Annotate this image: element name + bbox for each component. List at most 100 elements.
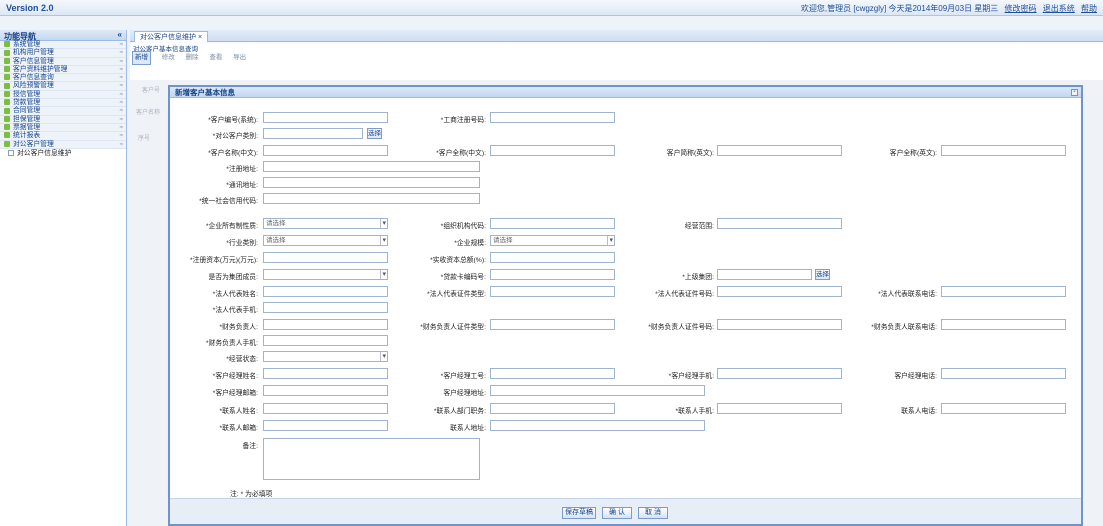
contact-dept-field[interactable] xyxy=(490,403,615,414)
top-bar: Version 2.0 欢迎您,管理员 [cwgzgly] 今天是2014年09… xyxy=(0,0,1103,16)
chevron-icon: ≈ xyxy=(119,42,123,48)
label-fullname-en: 客户全称(英文): xyxy=(889,150,937,157)
business-scope-field[interactable] xyxy=(717,218,842,229)
sidebar-item-customer-info[interactable]: 客户信息管理 ≈ xyxy=(0,57,126,66)
business-reg-field[interactable] xyxy=(490,112,615,123)
mail-address-field[interactable] xyxy=(263,177,480,188)
label-reg-address: *注册地址: xyxy=(226,166,258,173)
label-manager-no: *客户经理工号: xyxy=(440,373,486,380)
dialog-footer: 保存草稿 确 认 取 消 xyxy=(170,498,1081,524)
manager-phone-field[interactable] xyxy=(941,368,1066,379)
contact-mobile-field[interactable] xyxy=(717,403,842,414)
help-link[interactable]: 帮助 xyxy=(1081,4,1097,13)
welcome-text: 欢迎您,管理员 [cwgzgly] 今天是2014年09月03日 星期三 xyxy=(800,4,999,13)
scale-select[interactable]: 请选择 xyxy=(490,235,615,246)
double-chevron-left-icon[interactable]: « xyxy=(118,30,122,39)
legal-id-type-field[interactable] xyxy=(490,286,615,297)
label-mail-address: *通讯地址: xyxy=(226,182,258,189)
loan-card-field[interactable] xyxy=(490,269,615,280)
finance-id-type-field[interactable] xyxy=(490,319,615,330)
chevron-icon: ≈ xyxy=(119,100,123,107)
view-button[interactable]: 查看 xyxy=(209,52,222,64)
contact-address-field[interactable] xyxy=(490,420,705,431)
contact-phone-field[interactable] xyxy=(941,403,1066,414)
credit-code-field[interactable] xyxy=(263,193,480,204)
sidebar-item-contract[interactable]: 合同管理 ≈ xyxy=(0,107,126,116)
customer-category-field[interactable] xyxy=(263,128,363,139)
manager-mobile-field[interactable] xyxy=(717,368,842,379)
label-finance-id-type: *财务负责人证件类型: xyxy=(420,324,486,331)
folder-icon xyxy=(4,66,10,73)
panel-title: 对公客户基本信息查询 xyxy=(133,46,198,53)
sidebar-item-guarantee[interactable]: 担保管理 ≈ xyxy=(0,115,126,124)
cancel-button[interactable]: 取 消 xyxy=(638,507,668,519)
fullname-cn-field[interactable] xyxy=(490,145,615,156)
ownership-select[interactable]: 请选择 xyxy=(263,218,388,229)
org-code-field[interactable] xyxy=(490,218,615,229)
shortname-en-field[interactable] xyxy=(717,145,842,156)
paid-capital-field[interactable] xyxy=(490,252,615,263)
sidebar-item-corporate[interactable]: 对公客户管理 ≈ xyxy=(0,140,126,149)
delete-button[interactable]: 删除 xyxy=(186,52,199,64)
parent-group-field[interactable] xyxy=(717,269,812,280)
folder-icon xyxy=(4,49,10,56)
sidebar-item-report[interactable]: 统计报表 ≈ xyxy=(0,132,126,141)
change-password-link[interactable]: 修改密码 xyxy=(1005,4,1037,13)
folder-icon xyxy=(4,82,10,89)
legal-name-field[interactable] xyxy=(263,286,388,297)
manager-email-field[interactable] xyxy=(263,385,388,396)
finance-id-no-field[interactable] xyxy=(717,319,842,330)
label-contact-address: 联系人地址: xyxy=(450,425,486,432)
label-manager-phone: 客户经理电话: xyxy=(894,373,937,380)
label-contact-email: *联系人邮箱: xyxy=(219,425,258,432)
label-business-reg: *工商注册号码: xyxy=(440,117,486,124)
add-button[interactable]: 新增 xyxy=(132,51,151,65)
sidebar-subitem-corporate-maint[interactable]: 对公客户信息维护 xyxy=(0,149,126,158)
manager-address-field[interactable] xyxy=(490,385,705,396)
tab-corporate-maint[interactable]: 对公客户信息维护 × xyxy=(134,31,209,42)
finance-phone-field[interactable] xyxy=(941,319,1066,330)
remark-textarea[interactable] xyxy=(263,438,480,480)
manager-no-field[interactable] xyxy=(490,368,615,379)
finance-name-field[interactable] xyxy=(263,319,388,330)
label-legal-mobile: *法人代表手机: xyxy=(212,307,258,314)
export-button[interactable]: 导出 xyxy=(233,52,246,64)
edit-button[interactable]: 修改 xyxy=(162,52,175,64)
legal-id-no-field[interactable] xyxy=(717,286,842,297)
folder-icon xyxy=(4,124,10,131)
reg-capital-field[interactable] xyxy=(263,252,388,263)
legal-mobile-field[interactable] xyxy=(263,302,388,313)
sidebar-item-risk[interactable]: 风险预警管理 ≈ xyxy=(0,82,126,91)
status-select[interactable] xyxy=(263,351,388,362)
confirm-button[interactable]: 确 认 xyxy=(602,507,632,519)
group-member-select[interactable] xyxy=(263,269,388,280)
manager-name-field[interactable] xyxy=(263,368,388,379)
save-draft-button[interactable]: 保存草稿 xyxy=(562,507,596,519)
chevron-icon: ≈ xyxy=(119,124,123,131)
contact-email-field[interactable] xyxy=(263,420,388,431)
dialog-form: *客户编号(系统): *工商注册号码: *对公客户类别: 选择 *客户名称(中文… xyxy=(170,98,1081,498)
chevron-icon: ≈ xyxy=(119,50,123,57)
label-manager-name: *客户经理姓名: xyxy=(212,373,258,380)
name-cn-field[interactable] xyxy=(263,145,388,156)
reg-address-field[interactable] xyxy=(263,161,480,172)
label-finance-mobile: *财务负责人手机: xyxy=(205,340,258,347)
finance-mobile-field[interactable] xyxy=(263,335,388,346)
industry-select[interactable]: 请选择 xyxy=(263,235,388,246)
sidebar-item-customer-maint[interactable]: 客户资料维护管理 ≈ xyxy=(0,65,126,75)
select-category-button[interactable]: 选择 xyxy=(367,128,382,139)
close-icon[interactable]: - xyxy=(1071,89,1078,96)
label-customer-no: *客户编号(系统): xyxy=(208,117,258,124)
sidebar-item-org-user[interactable]: 机构用户管理 ≈ xyxy=(0,49,126,58)
chevron-icon: ≈ xyxy=(119,133,123,140)
legal-phone-field[interactable] xyxy=(941,286,1066,297)
fullname-en-field[interactable] xyxy=(941,145,1066,156)
customer-no-field[interactable] xyxy=(263,112,388,123)
label-legal-name: *法人代表姓名: xyxy=(212,291,258,298)
label-status: *经营状态: xyxy=(226,356,258,363)
chevron-icon: ≈ xyxy=(119,141,123,148)
sidebar-item-credit[interactable]: 授信管理 ≈ xyxy=(0,90,126,100)
logout-link[interactable]: 退出系统 xyxy=(1043,4,1075,13)
contact-name-field[interactable] xyxy=(263,403,388,414)
select-group-button[interactable]: 选择 xyxy=(815,269,830,280)
